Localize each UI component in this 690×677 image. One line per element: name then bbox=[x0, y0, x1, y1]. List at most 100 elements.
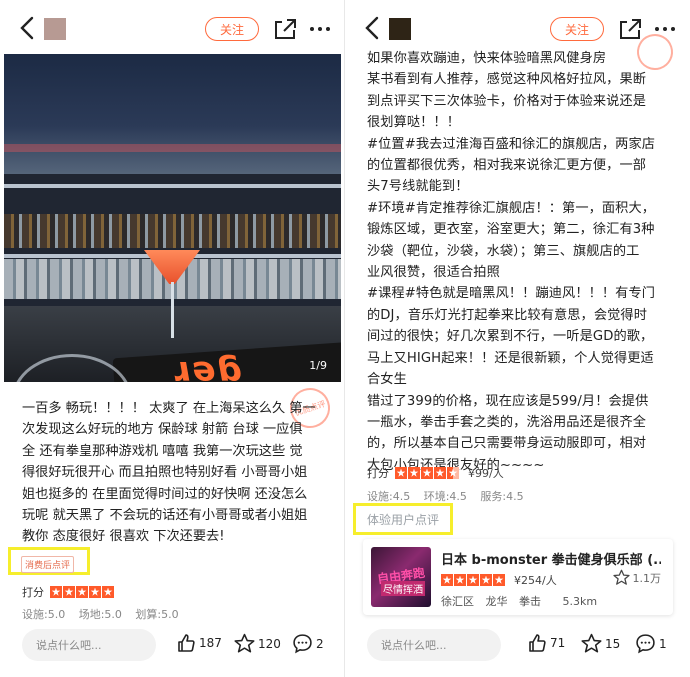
more-icon[interactable] bbox=[308, 20, 332, 38]
review-line: 间过的很快；好几次累到不行，一听是GD的歌， bbox=[367, 329, 654, 345]
review-line: 错过了399的价格，现在应该是599/月！会提供 bbox=[367, 393, 649, 409]
star-icon bbox=[89, 586, 101, 598]
shop-location: 徐汇区 龙华 拳击 5.3km bbox=[441, 593, 605, 609]
star-icon bbox=[441, 574, 453, 586]
review-line: 全 还有拳皇那种游戏机 嘻嘻 我第一次玩这些 觉 bbox=[22, 443, 303, 459]
share-icon[interactable] bbox=[617, 16, 643, 42]
back-arrow-icon[interactable] bbox=[361, 14, 385, 42]
review-line: 很划算哒！！！ bbox=[367, 115, 461, 131]
review-text: 一百多 畅玩！！！！ 太爽了 在上海呆这么久 第一 次发现这么好玩的地方 保龄球… bbox=[22, 398, 332, 548]
comment-count: 2 bbox=[316, 636, 324, 651]
shop-stars bbox=[441, 574, 506, 586]
shop-thumbnail: 自由奔跑 尽情挥洒 bbox=[371, 547, 431, 607]
review-line: 的，所以基本自己只需要带身运动服即可，相对 bbox=[367, 436, 647, 452]
share-icon[interactable] bbox=[272, 16, 298, 42]
shop-card[interactable]: 自由奔跑 尽情挥洒 日本 b-monster 拳击健身俱乐部 (... ¥254… bbox=[363, 539, 673, 615]
left-post-panel: 关注 ger 1/9 优质点评 一百多 畅玩！！！！ 太爽了 在上海呆这么久 第… bbox=[0, 0, 345, 677]
favorite-button[interactable]: 15 bbox=[581, 633, 620, 654]
shop-distance: 5.3km bbox=[562, 595, 598, 608]
review-line: 玩呢 就天黑了 不会玩的话还有小哥哥或者小姐姐 bbox=[22, 508, 308, 524]
favorite-count: 120 bbox=[258, 636, 281, 651]
photo-glass-stem bbox=[171, 282, 174, 338]
review-line: 得很好玩很开心 而且拍照也特别好看 小哥哥小姐 bbox=[22, 465, 308, 481]
review-line: 次发现这么好玩的地方 保龄球 射箭 台球 一应俱 bbox=[22, 422, 303, 438]
like-button[interactable]: 187 bbox=[176, 633, 222, 653]
shop-price: ¥254/人 bbox=[514, 574, 557, 587]
star-icon bbox=[493, 574, 505, 586]
review-line: 一瓶水，拳击手套之类的，洗浴用品还是很齐全 bbox=[367, 414, 647, 430]
review-line: 头7号线就能到！ bbox=[367, 179, 469, 195]
follow-button[interactable]: 关注 bbox=[205, 17, 259, 41]
thumbs-up-icon bbox=[178, 634, 195, 652]
review-line: 姐也挺多的 在里面觉得时间过的好快啊 还没怎么 bbox=[22, 486, 308, 502]
subscores: 设施:4.5 环境:4.5 服务:4.5 bbox=[367, 488, 534, 504]
review-line: 锻炼区域，更衣室，浴室更大；第二，徐汇有3种 bbox=[367, 222, 655, 238]
shop-area: 龙华 bbox=[485, 595, 508, 608]
back-arrow-icon[interactable] bbox=[16, 14, 40, 42]
thumbs-up-icon bbox=[529, 634, 546, 652]
review-line: #课程#特色就是暗黑风！！蹦迪风！！！有专门 bbox=[367, 286, 656, 302]
star-icon bbox=[447, 467, 459, 479]
shop-category: 拳击 bbox=[519, 595, 541, 608]
shop-district: 徐汇区 bbox=[441, 595, 474, 608]
review-line: 到点评买下三次体验卡，价格对于体验来说还是 bbox=[367, 93, 647, 109]
star-icon bbox=[408, 467, 420, 479]
review-line: 业风很赞，很适合拍照 bbox=[367, 265, 500, 281]
shop-favorite-count: 1.1万 bbox=[632, 571, 662, 585]
star-outline-icon bbox=[612, 569, 630, 585]
like-button[interactable]: 71 bbox=[527, 633, 565, 653]
post-photo-bar[interactable]: ger 1/9 bbox=[4, 54, 341, 382]
like-count: 187 bbox=[199, 636, 222, 650]
comment-bubble-icon bbox=[636, 634, 655, 654]
comment-input[interactable]: 说点什么吧... bbox=[367, 629, 501, 661]
like-count: 71 bbox=[550, 636, 566, 650]
rating-stars bbox=[395, 467, 460, 479]
comment-bubble-icon bbox=[293, 634, 312, 654]
favorite-count: 15 bbox=[605, 636, 621, 651]
review-line: 马上又HIGH起来！！还是很新颖，个人觉得更适 bbox=[367, 350, 654, 366]
star-icon bbox=[50, 586, 62, 598]
star-icon bbox=[102, 586, 114, 598]
rating-row: 打分 ¥99/人 bbox=[367, 465, 504, 481]
review-line: 的DJ，音乐灯光打起拳来比较有意思，会觉得时 bbox=[367, 307, 647, 323]
author-avatar[interactable] bbox=[389, 18, 411, 40]
rating-label: 打分 bbox=[367, 467, 389, 480]
photo-mat-text: ger bbox=[168, 353, 246, 382]
author-avatar[interactable] bbox=[44, 18, 66, 40]
rating-stars bbox=[50, 586, 115, 598]
review-line: #环境#肯定推荐徐汇旗舰店！：第一，面积大， bbox=[367, 200, 656, 216]
review-line: 的位置都很优秀，相对我来说徐汇更方便，一部 bbox=[367, 158, 647, 174]
comment-input[interactable]: 说点什么吧... bbox=[22, 629, 156, 661]
review-line: 一百多 畅玩！！！！ 太爽了 在上海呆这么久 第一 bbox=[22, 401, 316, 416]
star-icon bbox=[434, 467, 446, 479]
review-line: 某书看到有人推荐，感觉这种风格好拉风，果断 bbox=[367, 72, 647, 88]
shop-favorite-button[interactable]: 1.1万 bbox=[612, 569, 662, 586]
shop-name: 日本 b-monster 拳击健身俱乐部 (... bbox=[441, 553, 661, 568]
subscore: 场地:5.0 bbox=[78, 608, 122, 621]
comment-button[interactable]: 2 bbox=[292, 633, 324, 654]
photo-ceiling bbox=[4, 54, 341, 174]
photo-shelf bbox=[4, 184, 341, 188]
thumb-badge: 尽情挥洒 bbox=[381, 581, 425, 596]
star-icon bbox=[467, 574, 479, 586]
star-icon bbox=[421, 467, 433, 479]
shop-rating-row: ¥254/人 bbox=[441, 572, 557, 588]
rating-label: 打分 bbox=[22, 586, 44, 599]
subscore: 设施:5.0 bbox=[22, 608, 66, 621]
review-text: 如果你喜欢蹦迪，快来体验暗黑风健身房 某书看到有人推荐，感觉这种风格好拉风，果断… bbox=[367, 48, 685, 476]
favorite-button[interactable]: 120 bbox=[234, 633, 281, 654]
star-outline-icon bbox=[581, 633, 602, 653]
star-icon bbox=[480, 574, 492, 586]
comment-button[interactable]: 1 bbox=[635, 633, 667, 654]
comment-count: 1 bbox=[659, 636, 667, 651]
follow-button[interactable]: 关注 bbox=[550, 17, 604, 41]
photo-counter: 1/9 bbox=[309, 359, 327, 372]
review-line: 沙袋（靶位，沙袋，水袋）；第三、旗舰店的工 bbox=[367, 243, 640, 259]
experience-user-review-label: 体验用户点评 bbox=[367, 513, 440, 527]
subscore: 服务:4.5 bbox=[480, 490, 524, 503]
photo-light-strip bbox=[4, 144, 341, 152]
star-icon bbox=[395, 467, 407, 479]
star-icon bbox=[63, 586, 75, 598]
star-icon bbox=[454, 574, 466, 586]
top-bar: 关注 bbox=[0, 0, 345, 56]
